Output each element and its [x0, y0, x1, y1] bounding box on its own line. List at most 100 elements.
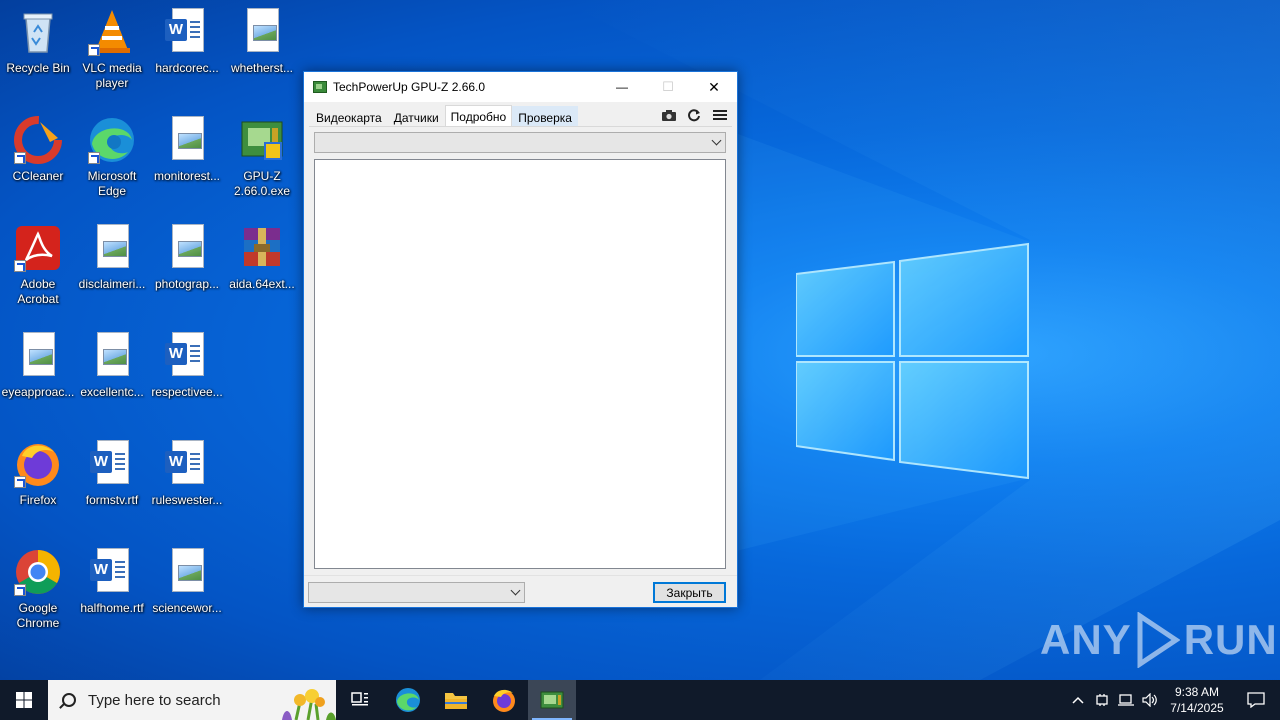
desktop-icon-hardcorec[interactable]: hardcorec... — [149, 8, 225, 76]
tab-advanced[interactable]: Подробно — [444, 105, 513, 127]
bottom-divider — [304, 575, 737, 576]
taskbar-edge[interactable] — [384, 680, 432, 720]
menu-button[interactable] — [711, 107, 729, 123]
device-dropdown[interactable] — [314, 132, 726, 153]
shortcut-arrow-icon — [14, 584, 26, 596]
desktop-icon-halfhome[interactable]: halfhome.rtf — [74, 548, 150, 616]
tab-graphics-card[interactable]: Видеокарта — [310, 106, 388, 127]
desktop-icon-respectivee[interactable]: respectivee... — [149, 332, 225, 400]
desktop-icon-label: respectivee... — [151, 385, 223, 399]
gpuz-app-icon — [313, 81, 327, 93]
details-list[interactable] — [314, 159, 726, 569]
search-icon — [62, 693, 76, 707]
desktop-icon-edge[interactable]: Microsoft Edge — [74, 116, 150, 199]
firefox-icon — [493, 689, 515, 712]
desktop-icon-formstv[interactable]: formstv.rtf — [74, 440, 150, 508]
window-title: TechPowerUp GPU-Z 2.66.0 — [333, 80, 486, 94]
desktop-icon-monitorest[interactable]: monitorest... — [149, 116, 225, 184]
taskbar-gpuz[interactable] — [528, 680, 576, 720]
screenshot-button[interactable] — [660, 107, 678, 123]
desktop-icon-label: excellentc... — [80, 385, 144, 399]
network-button[interactable] — [1114, 680, 1138, 720]
chevron-down-icon — [510, 585, 521, 596]
minimize-button[interactable]: — — [599, 72, 645, 102]
tray-app-button[interactable] — [1090, 680, 1114, 720]
desktop-icon-disclaimeri[interactable]: disclaimeri... — [74, 224, 150, 292]
refresh-button[interactable] — [685, 107, 703, 123]
taskbar-clock[interactable]: 9:38 AM 7/14/2025 — [1162, 684, 1232, 716]
taskbar-firefox[interactable] — [480, 680, 528, 720]
desktop-icon-recycle-bin[interactable]: Recycle Bin — [0, 8, 76, 76]
play-logo-icon — [1137, 612, 1180, 668]
word-document-icon — [163, 332, 211, 380]
desktop-icon-firefox[interactable]: Firefox — [0, 440, 76, 508]
edge-icon — [396, 688, 420, 712]
camera-icon — [662, 110, 676, 121]
show-hidden-icons-button[interactable] — [1066, 680, 1090, 720]
tab-sensors[interactable]: Датчики — [388, 106, 445, 127]
edge-icon — [88, 116, 136, 164]
maximize-button[interactable]: ☐ — [645, 72, 691, 102]
watermark-right-text: RUN — [1183, 616, 1278, 663]
shortcut-arrow-icon — [14, 260, 26, 272]
task-view-button[interactable] — [336, 680, 384, 720]
action-center-button[interactable] — [1232, 680, 1280, 720]
desktop-icon-acrobat[interactable]: Adobe Acrobat — [0, 224, 76, 307]
word-document-icon — [163, 8, 211, 56]
desktop-icon-label: sciencewor... — [152, 601, 222, 615]
refresh-icon — [688, 109, 700, 122]
desktop-icon-label: Adobe Acrobat — [17, 277, 59, 306]
desktop-icon-label: Recycle Bin — [6, 61, 70, 75]
gpu-dropdown[interactable] — [308, 582, 525, 603]
desktop-icon-gpuz-exe[interactable]: GPU-Z 2.66.0.exe — [224, 116, 300, 199]
desktop-icon-whetherst[interactable]: whetherst... — [224, 8, 300, 76]
tab-strip: Видеокарта Датчики Подробно Проверка — [310, 105, 578, 127]
taskbar: Type here to search 9:38 AM 7/14/2025 — [0, 680, 1280, 720]
desktop-icon-photograp[interactable]: photograp... — [149, 224, 225, 292]
title-bar[interactable]: TechPowerUp GPU-Z 2.66.0 — ☐ ✕ — [304, 72, 737, 102]
task-view-icon — [351, 692, 368, 706]
desktop-icon-label: monitorest... — [153, 169, 221, 183]
clock-date: 7/14/2025 — [1170, 701, 1224, 715]
volume-button[interactable] — [1138, 680, 1162, 720]
desktop-icon-label: disclaimeri... — [78, 277, 146, 291]
desktop-icon-label: aida.64ext... — [229, 277, 295, 291]
close-window-button[interactable]: ✕ — [691, 72, 737, 102]
desktop-icon-label: ruleswester... — [151, 493, 223, 507]
start-button[interactable] — [0, 680, 48, 720]
desktop-icon-label: photograp... — [154, 277, 220, 291]
desktop-icon-label: Firefox — [19, 493, 57, 507]
vlc-icon — [88, 8, 136, 56]
desktop-icon-aida[interactable]: aida.64ext... — [224, 224, 300, 292]
tab-validation[interactable]: Проверка — [512, 106, 578, 127]
taskbar-search-box[interactable]: Type here to search — [48, 680, 336, 720]
desktop-icon-label: formstv.rtf — [85, 493, 139, 507]
maximize-icon: ☐ — [662, 79, 674, 94]
recycle-bin-icon — [14, 8, 62, 56]
desktop-icon-ccleaner[interactable]: CCleaner — [0, 116, 76, 184]
image-file-icon — [88, 224, 136, 272]
desktop-icon-sciencewor[interactable]: sciencewor... — [149, 548, 225, 616]
taskbar-file-explorer[interactable] — [432, 680, 480, 720]
tab-divider — [309, 126, 732, 127]
image-file-icon — [163, 224, 211, 272]
desktop-icon-label: CCleaner — [12, 169, 64, 183]
desktop-icon-label: Google Chrome — [16, 601, 60, 630]
desktop-icon-ruleswester[interactable]: ruleswester... — [149, 440, 225, 508]
desktop-icon-label: whetherst... — [230, 61, 294, 75]
chrome-icon — [14, 548, 62, 596]
close-button[interactable]: Закрыть — [653, 582, 726, 603]
minimize-icon: — — [616, 80, 628, 94]
desktop-icon-vlc[interactable]: VLC media player — [74, 8, 150, 91]
desktop-icon-eyeapproac[interactable]: eyeapproac... — [0, 332, 76, 400]
desktop-icon-label: GPU-Z 2.66.0.exe — [233, 169, 291, 198]
anyrun-watermark: ANY RUN — [1040, 612, 1278, 668]
search-placeholder: Type here to search — [88, 691, 221, 709]
network-icon — [1118, 694, 1134, 706]
desktop-icon-chrome[interactable]: Google Chrome — [0, 548, 76, 631]
desktop-icon-excellentc[interactable]: excellentc... — [74, 332, 150, 400]
gpuz-app-icon — [540, 691, 564, 709]
image-file-icon — [163, 548, 211, 596]
shortcut-arrow-icon — [88, 152, 100, 164]
shortcut-arrow-icon — [14, 476, 26, 488]
